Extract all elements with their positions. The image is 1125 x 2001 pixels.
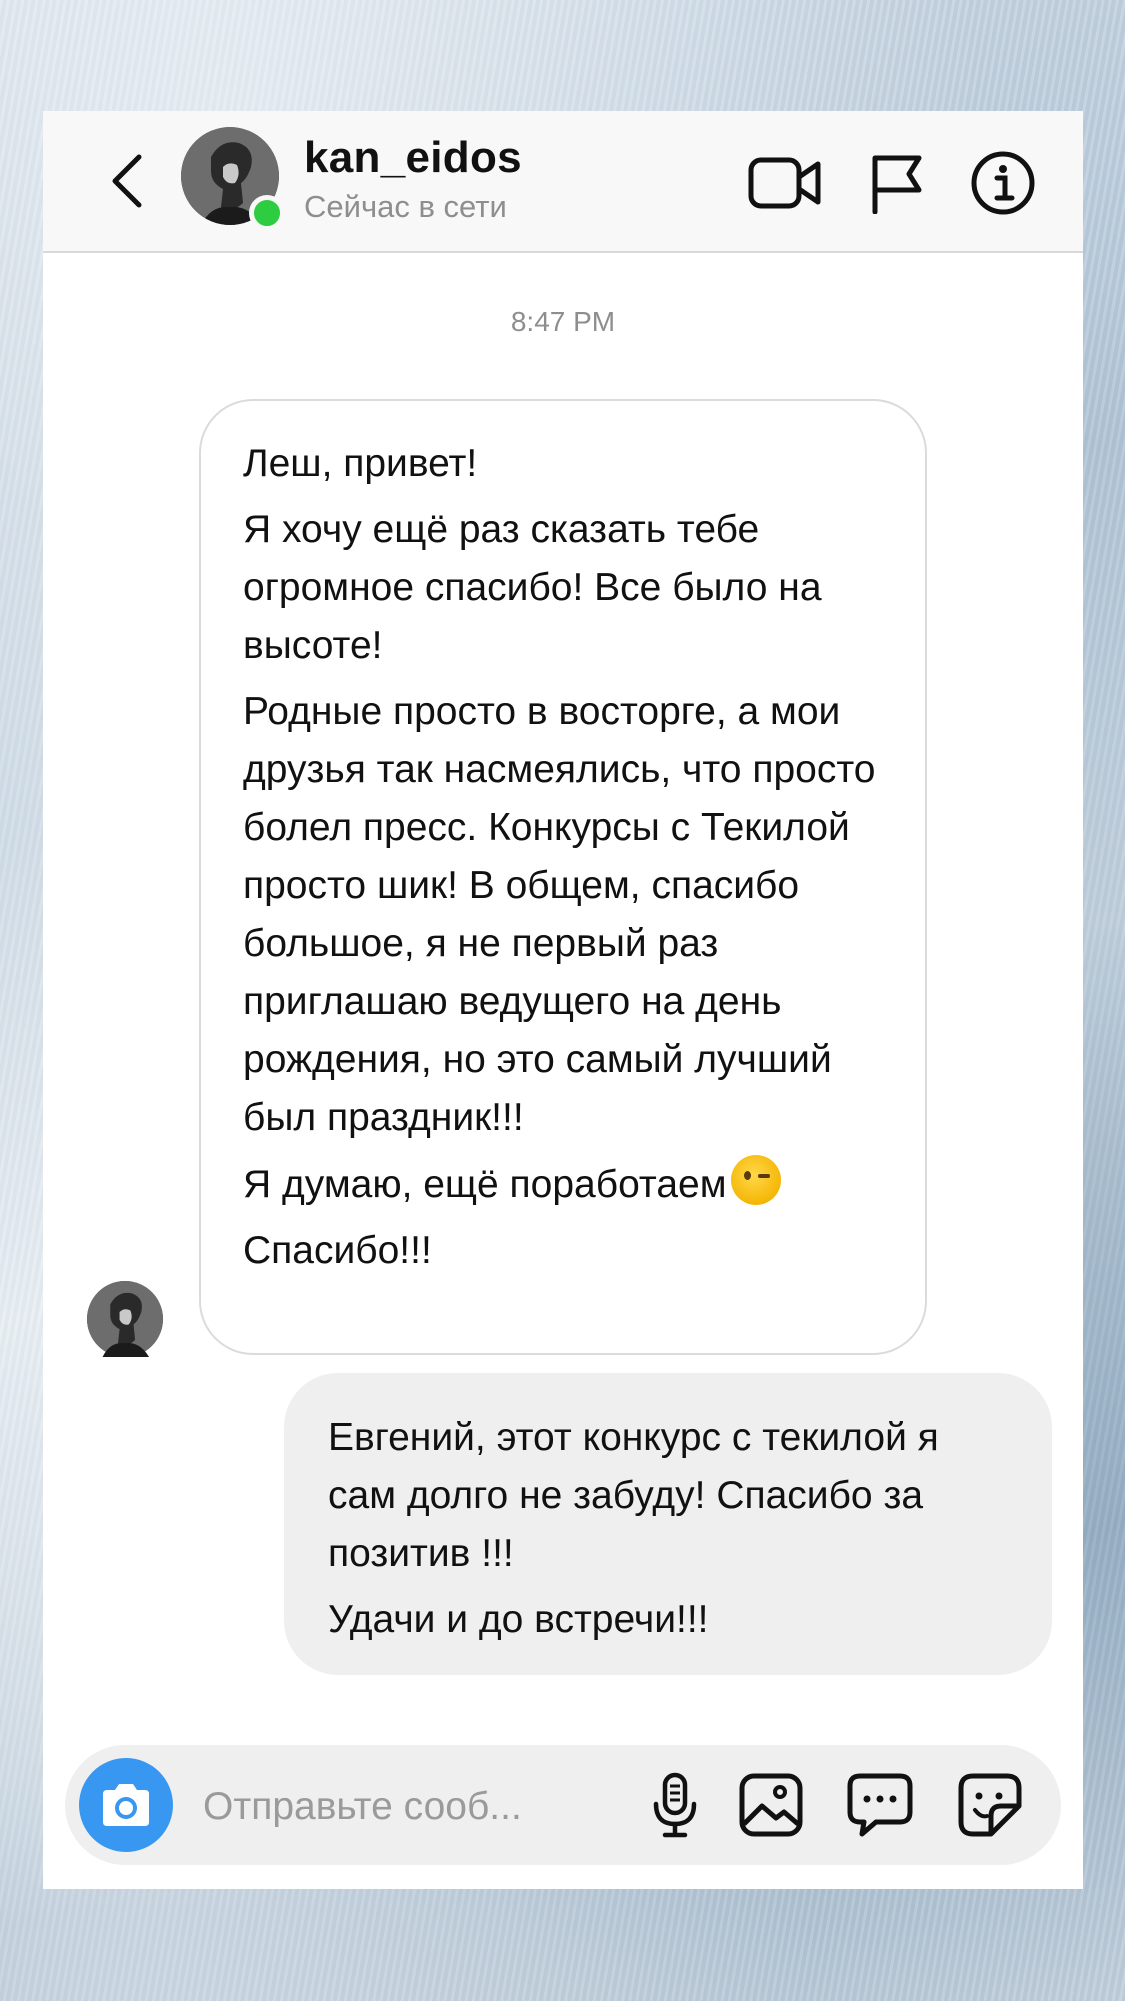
online-status-dot xyxy=(249,195,285,231)
quick-reply-button[interactable] xyxy=(840,1765,920,1845)
info-button[interactable] xyxy=(961,141,1045,225)
voice-message-button[interactable] xyxy=(635,1765,715,1845)
chat-bubble-icon xyxy=(847,1773,913,1837)
chevron-left-icon xyxy=(112,154,142,208)
message-timestamp: 8:47 PM xyxy=(510,306,616,337)
gallery-button[interactable] xyxy=(731,1765,811,1845)
camera-button[interactable] xyxy=(79,1758,173,1852)
message-paragraph: Спасибо!!! xyxy=(243,1229,432,1272)
message-paragraph: Удачи и до встречи!!! xyxy=(328,1598,709,1641)
message-paragraph: Родные просто в восторге, а мои друзья т… xyxy=(243,690,876,1139)
message-paragraph: Евгений, этот конкурс с текилой я сам до… xyxy=(328,1416,939,1575)
contact-username[interactable]: kan_eidos xyxy=(304,133,522,183)
message-input[interactable] xyxy=(201,1771,565,1843)
back-button[interactable] xyxy=(87,141,167,221)
direct-message-screen: kan_eidos Сейчас в сети 8:47 PM Леш, при… xyxy=(43,111,1083,1889)
message-paragraph: Я хочу ещё раз сказать тебе огромное спа… xyxy=(243,508,822,667)
wink-emoji-icon xyxy=(730,1155,781,1205)
camera-icon xyxy=(103,1784,149,1826)
online-status-text: Сейчас в сети xyxy=(304,189,507,224)
video-call-button[interactable] xyxy=(743,141,827,225)
chat-header: kan_eidos Сейчас в сети xyxy=(43,111,1083,253)
message-composer xyxy=(65,1745,1061,1865)
report-button[interactable] xyxy=(855,141,939,225)
incoming-message-bubble[interactable]: Леш, привет! Я хочу ещё раз сказать тебе… xyxy=(199,399,927,1355)
message-text: Я думаю, ещё поработаем xyxy=(243,1163,727,1206)
sticker-icon xyxy=(958,1773,1022,1837)
microphone-icon xyxy=(653,1772,697,1838)
contact-avatar[interactable] xyxy=(181,127,285,231)
message-paragraph: Леш, привет! xyxy=(243,442,478,485)
video-camera-icon xyxy=(748,157,821,209)
message-paragraph: Я думаю, ещё поработаем xyxy=(243,1155,885,1214)
sticker-button[interactable] xyxy=(950,1765,1030,1845)
info-icon xyxy=(971,151,1035,215)
sender-avatar[interactable] xyxy=(87,1281,163,1357)
outgoing-message-bubble[interactable]: Евгений, этот конкурс с текилой я сам до… xyxy=(284,1373,1052,1675)
image-icon xyxy=(739,1773,803,1837)
flag-icon xyxy=(872,155,922,214)
